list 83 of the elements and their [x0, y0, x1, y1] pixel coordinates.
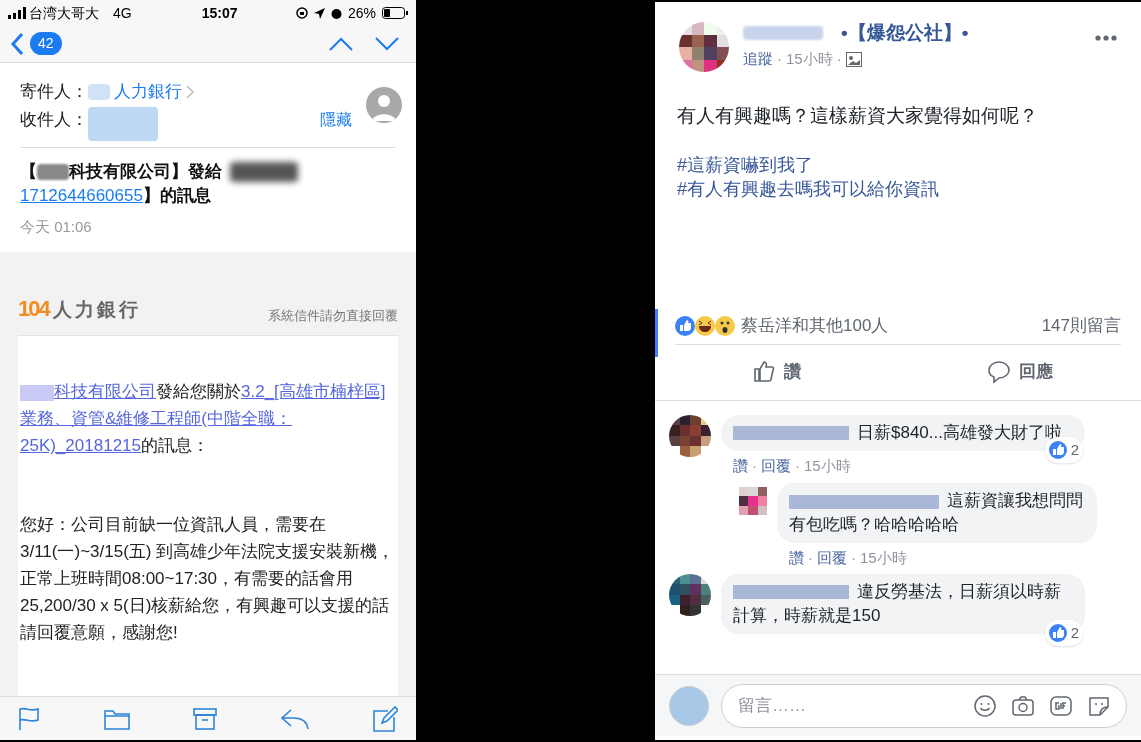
sender-label: 寄件人：: [20, 81, 88, 104]
unread-badge: 42: [30, 32, 62, 56]
speech-bubble-icon: [986, 360, 1011, 384]
reply-arrow-icon[interactable]: [280, 707, 309, 730]
like-count: 2: [1070, 439, 1079, 460]
comment-composer[interactable]: 留言……: [721, 683, 1127, 728]
gif-icon[interactable]: [1050, 695, 1072, 716]
network-type: 4G: [113, 3, 132, 23]
blurred-avatar: [679, 22, 729, 72]
post-time: 15小時: [786, 49, 833, 69]
chevron-right-icon: [186, 84, 194, 99]
location-arrow-icon: [313, 7, 325, 19]
redacted-block: [88, 83, 110, 100]
laughing-emoji-icon: [695, 316, 715, 336]
like-reaction-icon: [1048, 440, 1067, 459]
flag-icon[interactable]: [18, 706, 40, 731]
clock-time: 15:07: [201, 3, 238, 23]
separator-dot: ·: [851, 548, 856, 568]
comment-time: 15小時: [860, 548, 907, 568]
recipient-label: 收件人：: [20, 109, 88, 132]
hashtag-link[interactable]: #有人有興趣去嗎我可以給你資訊: [677, 176, 939, 201]
hide-link[interactable]: 隱藏: [320, 107, 352, 132]
reactions-summary[interactable]: 蔡岳洋和其他100人: [741, 313, 889, 339]
camera-icon[interactable]: [1012, 695, 1034, 716]
reply-link[interactable]: 回覆: [817, 547, 847, 570]
logo-number: 104: [18, 295, 49, 324]
blurred-avatar: [669, 573, 711, 616]
archive-box-icon[interactable]: [193, 706, 217, 731]
chevron-up-icon[interactable]: [328, 35, 354, 52]
photo-icon: [845, 51, 862, 67]
accent-bar: [655, 308, 658, 357]
separator-dot: ·: [836, 49, 842, 69]
message-paragraph: 您好：公司目前缺一位資訊人員，需要在3/11(一)~3/15(五) 到高雄少年法院支援安裝新機，正常上班時間08:00~17:30，有需要的話會用25,200/30 x 5(日)核薪給您，有興趣可以支援的話請回覆意願，感謝您!: [20, 514, 396, 645]
thumbs-up-icon: [752, 360, 776, 384]
sender-name[interactable]: 人力銀行: [114, 79, 182, 105]
signal-icon: [8, 7, 26, 20]
back-icon[interactable]: [10, 31, 24, 56]
surprised-emoji-icon: [715, 316, 735, 336]
mail-date: 今天 01:06: [20, 216, 93, 237]
subject-text: 科技有限公司】發給: [69, 161, 222, 181]
carrier-name: 台湾大哥大: [29, 3, 99, 23]
like-link[interactable]: 讚: [789, 547, 804, 570]
sticker-icon[interactable]: [1088, 694, 1110, 717]
chevron-down-icon[interactable]: [374, 35, 400, 52]
redacted-block: [88, 106, 158, 141]
subject-text: 】的訊息: [142, 185, 211, 205]
lock-rotation-icon: [295, 7, 308, 20]
battery-percent: 26%: [347, 3, 376, 23]
redacted-block: [37, 164, 69, 181]
like-count: 2: [1070, 622, 1079, 643]
comments-count[interactable]: 147則留言: [1041, 313, 1121, 339]
like-button[interactable]: 讚: [655, 359, 898, 385]
reply-link[interactable]: 回覆: [761, 454, 791, 477]
comment-button[interactable]: 回應: [898, 359, 1141, 385]
smiley-icon[interactable]: [974, 694, 996, 717]
blurred-avatar: [669, 414, 711, 457]
post-text: 有人有興趣嗎？這樣薪資大家覺得如何呢？: [676, 104, 1039, 128]
comment-time: 15小時: [804, 455, 851, 476]
separator-dot: ·: [808, 548, 813, 568]
group-name[interactable]: •【爆怨公社】•: [841, 18, 969, 48]
photo-placeholder: [669, 685, 709, 726]
like-reaction-icon: [1048, 623, 1067, 642]
redacted-block: [230, 162, 298, 183]
blurred-avatar: [739, 487, 767, 515]
folder-icon[interactable]: [103, 707, 130, 730]
separator-dot: ·: [752, 455, 757, 476]
like-reaction-icon: [675, 316, 695, 336]
contact-avatar: [366, 86, 402, 123]
no-reply-notice: 系統信件請勿直接回覆: [268, 306, 398, 325]
more-options-icon[interactable]: [1095, 35, 1117, 41]
like-link[interactable]: 讚: [733, 454, 748, 477]
hashtag-link[interactable]: #這薪資嚇到我了: [677, 152, 813, 177]
phone-number-link[interactable]: 1712644660655: [20, 185, 143, 205]
comment-text: 違反勞基法，日薪須以時薪計算，時薪就是150: [733, 580, 1062, 627]
follow-link[interactable]: 追蹤: [743, 48, 773, 71]
comment-text: 這薪資讓我想問問有包吃嗎？哈哈哈哈哈: [789, 490, 1084, 536]
logo-text: 人力銀行: [52, 298, 141, 323]
compose-icon[interactable]: [372, 705, 398, 732]
intro-paragraph: 科技有限公司發給您關於3.2_[高雄市楠梓區]業務、資管&維修工程師(中階全職：25K)_20181215的訊息：: [20, 381, 387, 458]
battery-icon: [382, 7, 408, 20]
separator-dot: ·: [795, 455, 800, 476]
separator-dot: ·: [777, 49, 782, 69]
subject-text: 【: [20, 161, 37, 181]
